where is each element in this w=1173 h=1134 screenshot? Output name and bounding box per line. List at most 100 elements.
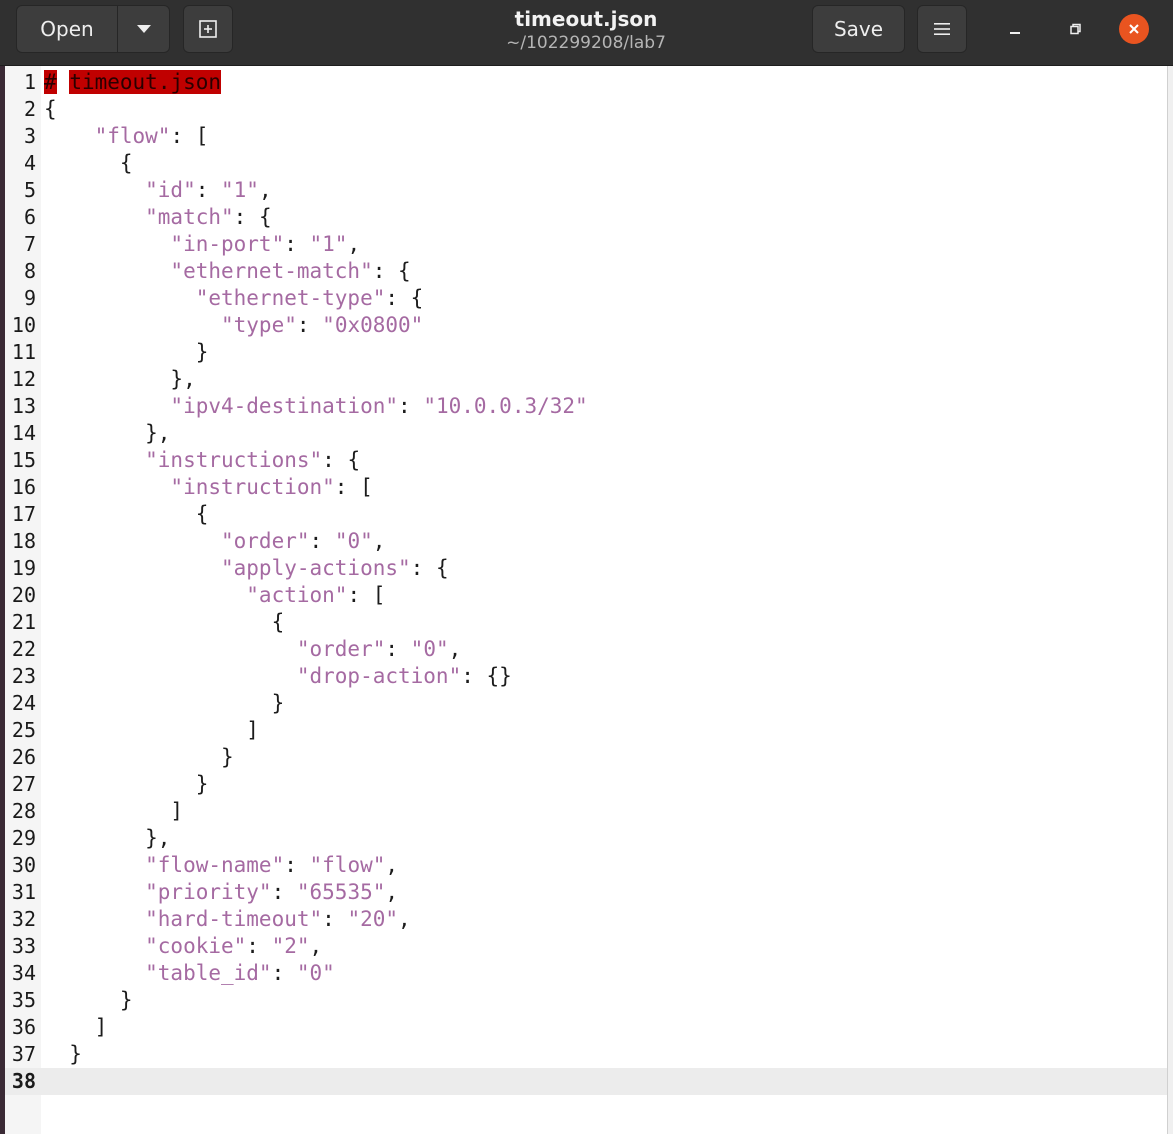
- line-number: 20: [11, 583, 36, 607]
- punctuation-token: :: [246, 934, 272, 958]
- punctuation-token: {: [44, 97, 57, 121]
- line-text: "instruction": [: [44, 474, 372, 501]
- line-number: 34: [11, 961, 36, 985]
- line-text: "flow-name": "flow",: [44, 852, 398, 879]
- code-line[interactable]: 32 "hard-timeout": "20",: [0, 906, 1167, 933]
- code-line[interactable]: 23 "drop-action": {}: [0, 663, 1167, 690]
- save-button[interactable]: Save: [812, 5, 905, 53]
- code-line[interactable]: 5 "id": "1",: [0, 177, 1167, 204]
- line-text: },: [44, 825, 170, 852]
- code-line[interactable]: 6 "match": {: [0, 204, 1167, 231]
- line-number: 15: [11, 448, 36, 472]
- error-highlight: #: [44, 70, 57, 94]
- punctuation-token: :: [385, 637, 411, 661]
- code-line[interactable]: 14 },: [0, 420, 1167, 447]
- line-number: 28: [11, 799, 36, 823]
- line-text: "ipv4-destination": "10.0.0.3/32": [44, 393, 587, 420]
- code-line[interactable]: 35 }: [0, 987, 1167, 1014]
- line-text: {: [44, 96, 57, 123]
- code-line[interactable]: 31 "priority": "65535",: [0, 879, 1167, 906]
- code-line[interactable]: 17 {: [0, 501, 1167, 528]
- code-line[interactable]: 8 "ethernet-match": {: [0, 258, 1167, 285]
- code-line[interactable]: 16 "instruction": [: [0, 474, 1167, 501]
- text-editor[interactable]: 1 # timeout.json 2{3 "flow": [4 {5 "id": "…: [0, 66, 1167, 1134]
- line-number: 31: [11, 880, 36, 904]
- open-dropdown-button[interactable]: [118, 6, 169, 52]
- code-line[interactable]: 11 }: [0, 339, 1167, 366]
- code-line[interactable]: 28 ]: [0, 798, 1167, 825]
- code-line[interactable]: 21 {: [0, 609, 1167, 636]
- new-tab-button[interactable]: [183, 5, 233, 53]
- code-line[interactable]: 1 # timeout.json: [0, 69, 1167, 96]
- line-text: ]: [44, 1014, 108, 1041]
- minimize-button[interactable]: [1000, 14, 1030, 44]
- code-line[interactable]: 15 "instructions": {: [0, 447, 1167, 474]
- code-line[interactable]: 30 "flow-name": "flow",: [0, 852, 1167, 879]
- close-button[interactable]: [1119, 14, 1149, 44]
- code-line[interactable]: 24 }: [0, 690, 1167, 717]
- code-line[interactable]: 36 ]: [0, 1014, 1167, 1041]
- code-line[interactable]: 4 {: [0, 150, 1167, 177]
- punctuation-token: : {: [385, 286, 424, 310]
- string-token: "id": [44, 178, 196, 202]
- line-number: 25: [11, 718, 36, 742]
- editor-scrollbar[interactable]: [1167, 66, 1173, 1134]
- maximize-icon: [1070, 23, 1081, 35]
- code-line[interactable]: 25 ]: [0, 717, 1167, 744]
- code-line[interactable]: 22 "order": "0",: [0, 636, 1167, 663]
- line-number: 29: [11, 826, 36, 850]
- punctuation-token: }: [44, 745, 234, 769]
- code-line[interactable]: 12 },: [0, 366, 1167, 393]
- line-number: 30: [11, 853, 36, 877]
- line-text: # timeout.json: [44, 69, 222, 96]
- string-token: "drop-action": [44, 664, 462, 688]
- punctuation-token: ]: [44, 1015, 108, 1039]
- line-number: 9: [23, 286, 36, 310]
- code-line[interactable]: 33 "cookie": "2",: [0, 933, 1167, 960]
- line-number: 10: [11, 313, 36, 337]
- punctuation-token: : {}: [461, 664, 512, 688]
- punctuation-token: ]: [44, 718, 259, 742]
- line-text: "order": "0",: [44, 528, 385, 555]
- punctuation-token: {: [44, 502, 209, 526]
- code-line[interactable]: 2{: [0, 96, 1167, 123]
- code-line[interactable]: 9 "ethernet-type": {: [0, 285, 1167, 312]
- new-document-icon: [199, 20, 217, 38]
- open-button[interactable]: Open: [17, 6, 118, 52]
- punctuation-token: ,: [385, 853, 399, 877]
- code-line[interactable]: 7 "in-port": "1",: [0, 231, 1167, 258]
- menu-button[interactable]: [917, 5, 967, 53]
- line-number: 8: [23, 259, 36, 283]
- punctuation-token: :: [309, 529, 335, 553]
- code-line[interactable]: 29 },: [0, 825, 1167, 852]
- line-number: 37: [11, 1042, 36, 1066]
- code-line[interactable]: 27 }: [0, 771, 1167, 798]
- string-token: "ethernet-match": [44, 259, 373, 283]
- punctuation-token: },: [44, 367, 196, 391]
- punctuation-token: : {: [372, 259, 411, 283]
- punctuation-token: ]: [44, 799, 184, 823]
- string-token: "ipv4-destination": [44, 394, 399, 418]
- code-line[interactable]: 3 "flow": [: [0, 123, 1167, 150]
- line-text: },: [44, 420, 170, 447]
- code-line[interactable]: 10 "type": "0x0800": [0, 312, 1167, 339]
- code-line[interactable]: 37 }: [0, 1041, 1167, 1068]
- string-token: "order": [44, 529, 310, 553]
- code-line[interactable]: 38: [0, 1068, 1167, 1095]
- code-line[interactable]: 18 "order": "0",: [0, 528, 1167, 555]
- code-line[interactable]: 13 "ipv4-destination": "10.0.0.3/32": [0, 393, 1167, 420]
- maximize-button[interactable]: [1060, 14, 1090, 44]
- code-line[interactable]: 34 "table_id": "0": [0, 960, 1167, 987]
- code-line[interactable]: 19 "apply-actions": {: [0, 555, 1167, 582]
- line-number: 4: [23, 151, 36, 175]
- string-token: "cookie": [44, 934, 247, 958]
- punctuation-token: ,: [258, 178, 272, 202]
- line-number: 33: [11, 934, 36, 958]
- line-number: 17: [11, 502, 36, 526]
- string-token: "order": [44, 637, 386, 661]
- code-lines: 1 # timeout.json 2{3 "flow": [4 {5 "id": "…: [0, 69, 1167, 1095]
- punctuation-token: }: [44, 1042, 82, 1066]
- code-line[interactable]: 26 }: [0, 744, 1167, 771]
- line-number: 14: [11, 421, 36, 445]
- code-line[interactable]: 20 "action": [: [0, 582, 1167, 609]
